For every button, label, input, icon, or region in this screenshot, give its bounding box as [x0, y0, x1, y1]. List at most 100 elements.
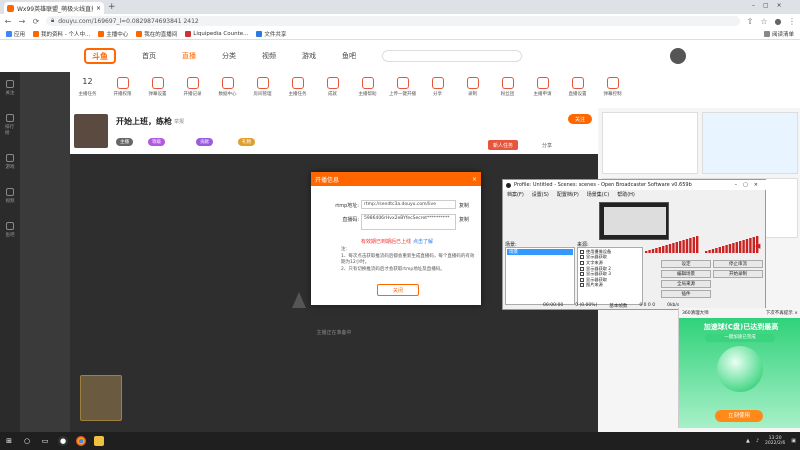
star-icon[interactable]: ☆ [760, 17, 768, 26]
dialog-close-icon[interactable]: × [472, 176, 477, 183]
share-icon[interactable]: ⇧ [746, 17, 754, 26]
report-link[interactable]: 举报 [174, 118, 184, 125]
reading-list[interactable]: 阅读清单 [763, 30, 794, 38]
learn-more-link[interactable]: 点击了解 [413, 238, 433, 245]
obs-window-controls[interactable]: –▢× [735, 182, 764, 188]
tool-item[interactable]: 主播任务 [280, 77, 315, 97]
source-item[interactable]: 图片来源 [580, 282, 640, 289]
browser-tab[interactable]: Wx99英雄联盟_萌极火线直播_斗鱼 × [4, 2, 104, 14]
close-tab-icon[interactable]: × [96, 5, 101, 12]
taskview-icon[interactable]: ▭ [40, 436, 50, 446]
obs-menu-profile[interactable]: 配置档(P) [557, 191, 579, 198]
profile-icon[interactable]: ● [774, 17, 782, 26]
anchor-avatar[interactable] [74, 114, 108, 148]
tool-item[interactable]: 直播设置 [560, 77, 595, 97]
source-checkbox[interactable] [580, 260, 584, 265]
popup-close-button[interactable]: 下次不再提示 × [766, 310, 798, 316]
stream-code-field[interactable]: 5986406rHvx2eBYfecSecret********** [361, 214, 456, 230]
tool-item[interactable]: 数据中心 [210, 77, 245, 97]
sources-list[interactable]: 使用摄像设备 显示器获取 文字来源 显示器获取 2 显示器获取 3 显示器获取 图片来源 [577, 247, 643, 305]
user-avatar[interactable] [670, 48, 686, 64]
tool-item[interactable]: 上传一键开播 [385, 77, 420, 97]
source-checkbox[interactable] [580, 255, 584, 260]
reload-icon[interactable]: ⟳ [32, 17, 40, 26]
new-tab-icon[interactable]: + [108, 2, 116, 12]
rtmp-field[interactable]: rtmp://sendtc3a.douyu.com/live [361, 200, 456, 209]
rail-follow[interactable]: 关注 [5, 80, 15, 96]
copy-rtmp-button[interactable]: 复制 [459, 202, 469, 209]
site-search-input[interactable] [382, 50, 522, 62]
tool-item[interactable]: 分享 [420, 77, 455, 97]
nav-video[interactable]: 视频 [262, 51, 276, 61]
tool-item[interactable]: 主播帮助 [350, 77, 385, 97]
bookmark-apps[interactable]: 应用 [6, 30, 25, 38]
source-checkbox[interactable] [580, 283, 584, 288]
speaker-icon[interactable]: ◀ [755, 242, 760, 250]
source-checkbox[interactable] [580, 266, 584, 271]
popup-header: 360清理大师 下次不再提示 × [679, 308, 800, 318]
obs-global-sources-button[interactable]: 全局来源 [661, 280, 711, 288]
follow-button[interactable]: 关注 [568, 114, 592, 124]
close-button[interactable]: 关闭 [377, 284, 419, 296]
source-checkbox[interactable] [580, 249, 584, 254]
nav-home[interactable]: 首页 [142, 51, 156, 61]
copy-code-button[interactable]: 复制 [459, 216, 469, 223]
file-explorer-icon[interactable] [94, 436, 104, 446]
obs-menu-help[interactable]: 帮助(H) [617, 191, 635, 198]
obs-menu-scenes[interactable]: 场景集(C) [587, 191, 609, 198]
bookmark-item[interactable]: Liquipedia Counte... [185, 30, 248, 37]
meter-bar [732, 243, 735, 253]
bookmark-item[interactable]: 我在的直播间 [136, 30, 177, 38]
chrome-taskbar-icon[interactable] [76, 436, 86, 446]
search-icon[interactable]: ○ [22, 436, 32, 446]
bookmark-item[interactable]: 我的资料 - 个人中... [33, 30, 90, 38]
windows-start-icon[interactable]: ⊞ [4, 436, 14, 446]
tool-item[interactable]: 成就 [315, 77, 350, 97]
obs-stop-stream-button[interactable]: 停止串流 [713, 260, 763, 268]
menu-icon[interactable]: ⋮ [788, 17, 796, 26]
tool-item[interactable]: 开播权限 [105, 77, 140, 97]
nav-games[interactable]: 游戏 [302, 51, 316, 61]
obs-settings-button[interactable]: 设定 [661, 260, 711, 268]
bookmark-item[interactable]: 主播中心 [98, 30, 128, 38]
rail-video[interactable]: 视频 [5, 188, 15, 204]
obs-start-recording-button[interactable]: 开始录制 [713, 270, 763, 278]
clock[interactable]: 13:20 2022/2/6 [765, 436, 785, 447]
tool-item[interactable]: 录制 [455, 77, 490, 97]
rail-rank[interactable]: 排行榜 [5, 114, 15, 136]
source-checkbox[interactable] [580, 272, 584, 277]
nav-yuba[interactable]: 鱼吧 [342, 51, 356, 61]
tool-item[interactable]: 12 主播任务 [70, 77, 105, 97]
nav-live[interactable]: 直播 [182, 51, 196, 61]
new-task-button[interactable]: 新人任务 [488, 140, 519, 150]
use-now-button[interactable]: 立刻使用 [715, 410, 763, 422]
nav-category[interactable]: 分类 [222, 51, 236, 61]
back-icon[interactable]: ← [4, 17, 12, 26]
rail-yuba[interactable]: 鱼吧 [5, 222, 15, 238]
window-controls[interactable]: –▢× [752, 2, 790, 9]
network-icon[interactable]: ▲ [746, 438, 750, 444]
obs-menu-settings[interactable]: 设置(S) [532, 191, 549, 198]
tool-item[interactable]: 弹幕控制 [595, 77, 630, 97]
douyu-logo[interactable]: 斗鱼 [84, 48, 116, 64]
tool-item[interactable]: 粉丝团 [490, 77, 525, 97]
obs-edit-scene-button[interactable]: 编辑场景 [661, 270, 711, 278]
address-bar[interactable]: 🔒︎ douyu.com/169697_l=0.0829874693841 24… [46, 16, 740, 26]
tool-item[interactable]: 主播申请 [525, 77, 560, 97]
rail-game[interactable]: 游戏 [5, 154, 15, 170]
obs-menu-file[interactable]: 档案(F) [507, 191, 524, 198]
scenes-list[interactable]: 场景 [505, 247, 575, 305]
volume-icon[interactable]: ♪ [756, 438, 759, 444]
forward-icon[interactable]: → [18, 17, 26, 26]
source-checkbox[interactable] [580, 277, 584, 282]
bookmark-item[interactable]: 文件共享 [256, 30, 286, 38]
obs-taskbar-icon[interactable]: ● [58, 436, 68, 446]
share-button[interactable]: 分享 [542, 142, 552, 149]
tool-item[interactable]: 房间管理 [245, 77, 280, 97]
tool-item[interactable]: 开播记录 [175, 77, 210, 97]
tool-item[interactable]: 弹幕设置 [140, 77, 175, 97]
notifications-icon[interactable]: ▣ [791, 438, 796, 444]
obs-plugins-button[interactable]: 插件 [661, 290, 711, 298]
scene-item[interactable]: 场景 [507, 249, 573, 255]
promo-banner[interactable] [80, 375, 122, 421]
